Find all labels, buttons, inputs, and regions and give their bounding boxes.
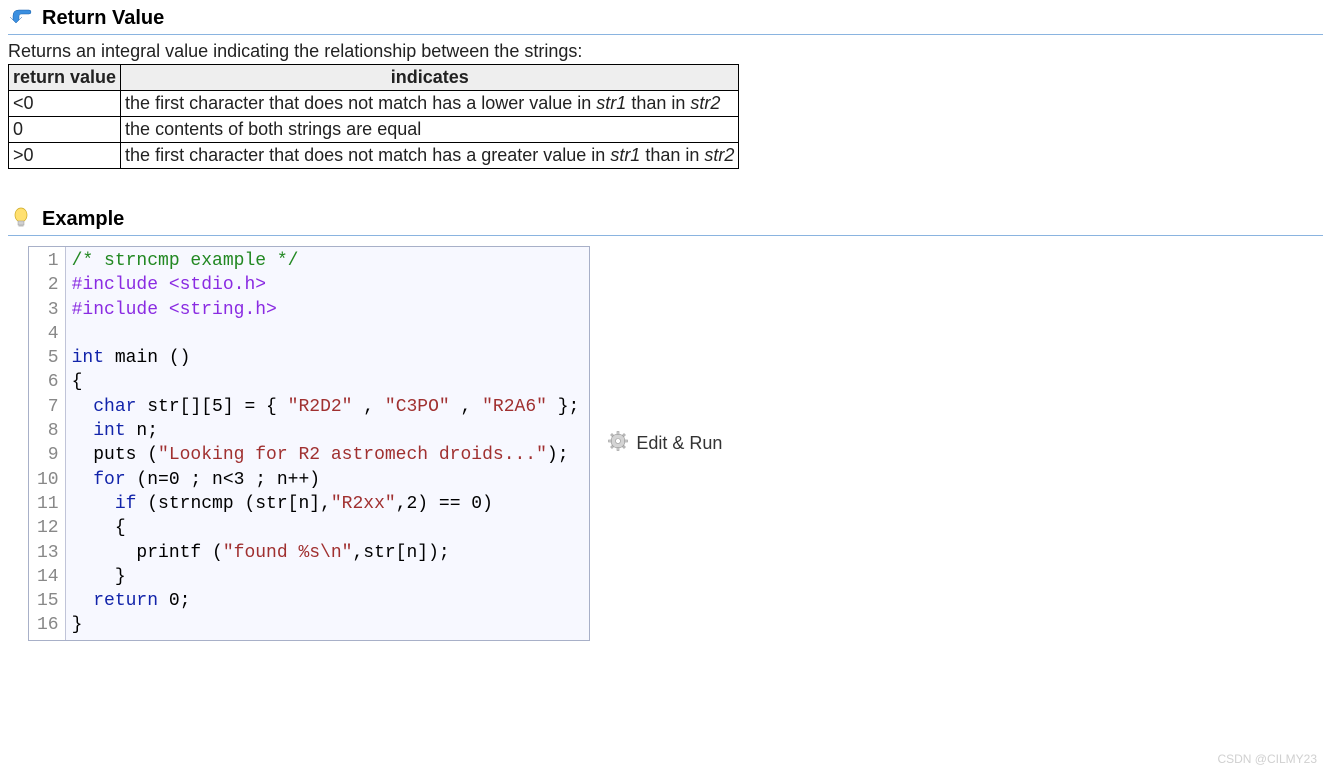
return-value-title: Return Value (42, 7, 164, 30)
table-row: >0 the first character that does not mat… (9, 143, 739, 169)
return-arrow-icon (8, 6, 34, 30)
return-value-table: return value indicates <0 the first char… (8, 64, 739, 169)
table-header-row: return value indicates (9, 65, 739, 91)
lightbulb-icon (8, 207, 34, 231)
edit-run-label: Edit & Run (636, 433, 722, 454)
code-example: 12345678910111213141516 /* strncmp examp… (28, 246, 590, 641)
example-title: Example (42, 208, 124, 231)
table-cell-indicates: the first character that does not match … (121, 143, 739, 169)
table-cell-indicates: the first character that does not match … (121, 91, 739, 117)
gear-icon (608, 431, 628, 456)
table-row: <0 the first character that does not mat… (9, 91, 739, 117)
table-cell-value: 0 (9, 117, 121, 143)
example-header: Example (8, 207, 1323, 236)
watermark: CSDN @CILMY23 (1217, 752, 1317, 766)
code-content: /* strncmp example */ #include <stdio.h>… (66, 247, 590, 640)
code-gutter: 12345678910111213141516 (29, 247, 66, 640)
return-value-header: Return Value (8, 6, 1323, 35)
edit-run-button[interactable]: Edit & Run (608, 431, 722, 456)
table-header-indicates: indicates (121, 65, 739, 91)
table-cell-indicates: the contents of both strings are equal (121, 117, 739, 143)
return-value-description: Returns an integral value indicating the… (8, 41, 1323, 62)
table-header-value: return value (9, 65, 121, 91)
table-cell-value: >0 (9, 143, 121, 169)
table-row: 0 the contents of both strings are equal (9, 117, 739, 143)
table-cell-value: <0 (9, 91, 121, 117)
